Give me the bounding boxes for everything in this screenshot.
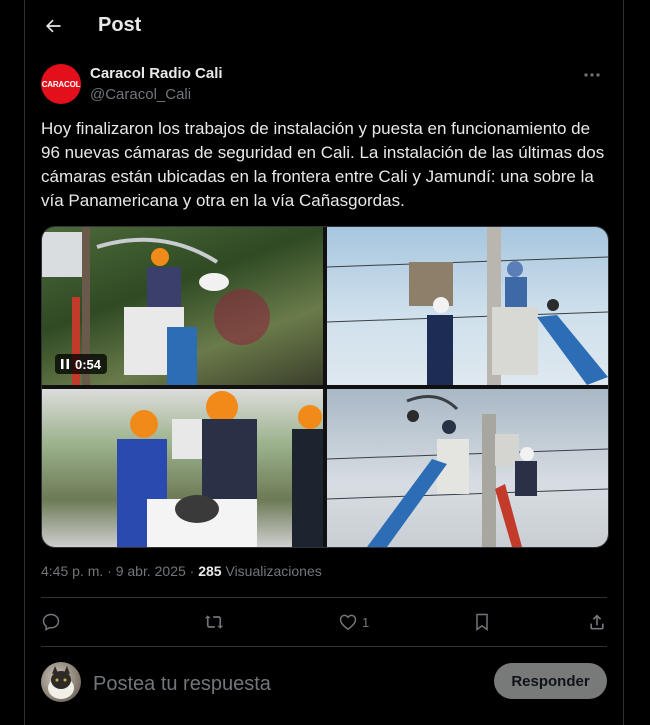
user-avatar[interactable] [41,662,81,702]
bookmark-button[interactable] [473,610,491,634]
repost-icon [204,615,224,629]
reply-input[interactable] [91,669,475,699]
pause-icon [61,359,69,369]
video-duration-badge[interactable]: 0:54 [55,354,108,374]
author-row: CARACOL Caracol Radio Cali @Caracol_Cali [41,63,607,107]
author-name[interactable]: Caracol Radio Cali [90,65,223,82]
author-handle[interactable]: @Caracol_Cali [90,86,191,103]
header: Post [25,0,623,52]
reply-submit-button[interactable]: Responder [494,663,607,699]
media-photo-lift[interactable] [327,389,608,547]
heart-icon [339,614,357,630]
author-avatar[interactable]: CARACOL [41,64,81,104]
like-button[interactable]: 1 [338,610,369,634]
reply-composer: Responder [41,661,607,705]
cat-avatar-image [48,666,74,699]
action-bar: 1 [41,598,607,646]
reply-icon [42,613,60,631]
back-button[interactable] [39,12,67,40]
bookmark-icon [476,613,488,631]
arrow-left-icon [46,19,61,33]
post-meta: 4:45 p. m. · 9 abr. 2025 · 285 Visualiza… [41,563,322,579]
reply-button[interactable] [41,610,61,634]
more-dots-icon [584,73,600,77]
meta-separator: · [107,563,116,579]
views-label: Visualizaciones [225,563,322,579]
like-count: 1 [362,614,370,630]
post-frame: Post CARACOL Caracol Radio Cali @Caracol… [24,0,624,725]
post-time[interactable]: 4:45 p. m. [41,563,103,579]
more-button[interactable] [577,63,607,87]
photo-lift-pole [327,395,608,547]
media-photo-workers[interactable] [42,389,323,547]
share-icon [590,614,604,630]
media-video-tile[interactable]: 0:54 [42,227,323,385]
share-button[interactable] [587,610,607,634]
post-text: Hoy finalizaron los trabajos de instalac… [41,119,605,210]
photo-workers-camera [117,391,323,547]
page-title: Post [98,14,142,36]
repost-button[interactable] [203,610,225,634]
photo-pole-camera [327,227,608,385]
media-grid[interactable]: 0:54 [41,226,609,548]
avatar-logo-text: CARACOL [41,79,81,89]
divider [41,646,607,647]
media-photo-pole[interactable] [327,227,608,385]
video-duration: 0:54 [75,356,102,372]
meta-separator: · [189,563,199,579]
views-count: 285 [198,563,222,579]
post-date[interactable]: 9 abr. 2025 [116,563,186,579]
